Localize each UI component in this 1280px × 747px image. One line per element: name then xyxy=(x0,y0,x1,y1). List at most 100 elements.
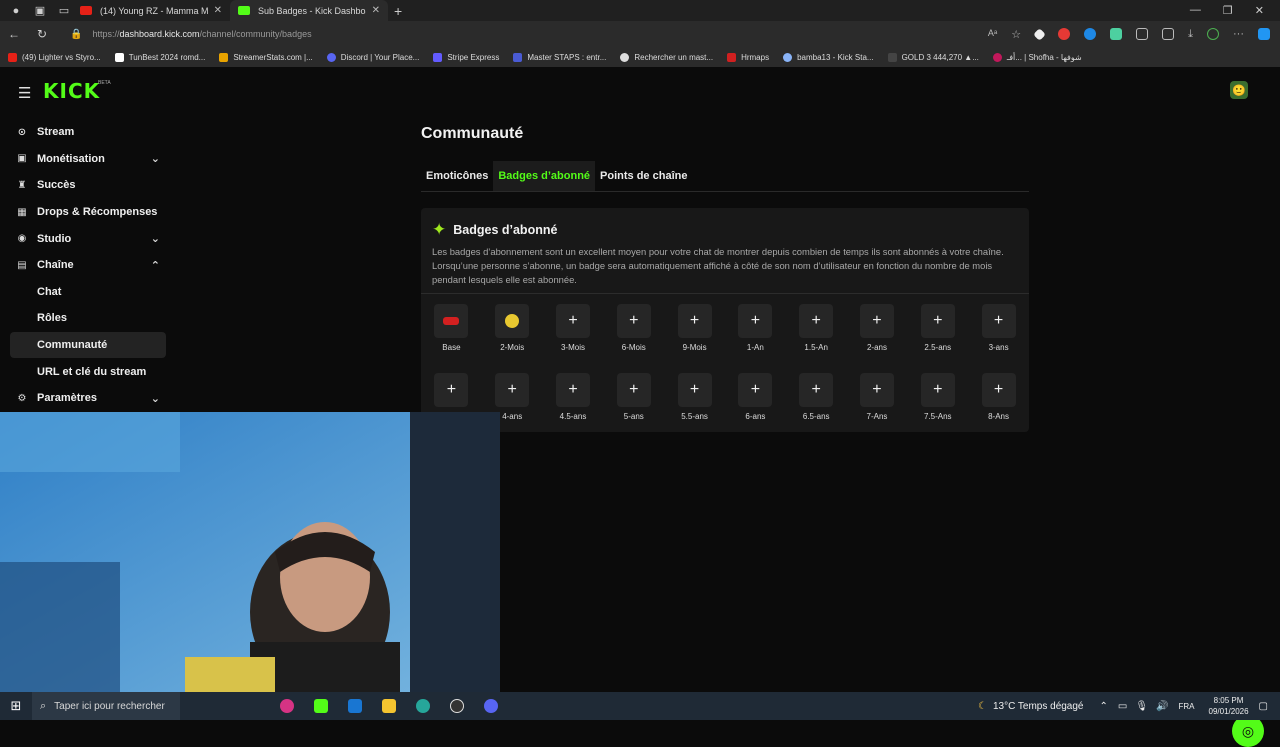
bookmark-item[interactable]: أفـ... | Shofha - شوفها xyxy=(985,52,1088,62)
extension-icon[interactable] xyxy=(1110,28,1123,40)
bookmarks-bar: (49) Lighter vs Styro... TunBest 2024 ro… xyxy=(0,47,1280,67)
add-badge-button[interactable]: + xyxy=(616,304,651,338)
add-badge-button[interactable]: + xyxy=(981,373,1016,407)
taskbar-app[interactable] xyxy=(474,692,508,720)
workspaces-icon[interactable]: ▣ xyxy=(32,3,48,19)
card-description: Les badges d’abonnement sont un excellen… xyxy=(432,246,1004,285)
badge-label: 6-ans xyxy=(745,412,766,421)
bookmark-item[interactable]: GOLD 3 444,270 ▲... xyxy=(880,52,985,62)
taskbar-app[interactable] xyxy=(406,692,440,720)
url-field[interactable]: 🔒 https:// dashboard.kick.com /channel/c… xyxy=(70,29,312,40)
weather-text[interactable]: 13°C Temps dégagé xyxy=(993,701,1084,712)
bookmark-item[interactable]: Hrmaps xyxy=(719,52,775,62)
sidebar-item-chaine[interactable]: ▤ Chaîne ⌃ xyxy=(10,252,166,279)
profile-icon[interactable]: ● xyxy=(8,3,24,19)
add-badge-button[interactable]: + xyxy=(799,373,834,407)
tab-badges-abonne[interactable]: Badges d’abonné xyxy=(493,161,596,191)
bookmark-item[interactable]: Stripe Express xyxy=(425,52,505,62)
add-badge-button[interactable]: + xyxy=(920,373,955,407)
hamburger-menu-icon[interactable]: ☰ xyxy=(18,84,31,102)
menu-dots-icon[interactable]: ··· xyxy=(1233,28,1244,40)
sidebar-item-succes[interactable]: ♜ Succès xyxy=(10,172,166,199)
taskbar-app[interactable] xyxy=(440,692,474,720)
taskbar-app[interactable] xyxy=(338,692,372,720)
copilot-icon[interactable] xyxy=(1258,28,1270,40)
tab-points-chaine[interactable]: Points de chaîne xyxy=(595,161,692,191)
extension-icon[interactable] xyxy=(1058,28,1071,40)
add-badge-button[interactable]: + xyxy=(738,373,773,407)
taskbar-app[interactable] xyxy=(304,692,338,720)
taskbar-app[interactable] xyxy=(372,692,406,720)
two-month-badge-image[interactable] xyxy=(495,304,530,338)
refresh-icon[interactable]: ↻ xyxy=(28,27,56,41)
close-window-icon[interactable]: ✕ xyxy=(1255,4,1264,17)
download-icon[interactable]: ⤓ xyxy=(1188,28,1193,40)
add-badge-button[interactable]: + xyxy=(677,304,712,338)
chevron-up-icon[interactable]: ⌃ xyxy=(1100,701,1108,712)
minimize-icon[interactable]: — xyxy=(1190,4,1201,17)
tab-actions-icon[interactable]: ▭ xyxy=(56,3,72,19)
add-badge-button[interactable]: + xyxy=(859,304,894,338)
webcam-scene xyxy=(0,412,500,692)
badge-label: 7-Ans xyxy=(866,412,888,421)
extension-icon[interactable] xyxy=(1207,28,1219,40)
browser-tab-youtube[interactable]: (14) Young RZ - Mamma Mia (Of ✕ xyxy=(72,0,230,21)
add-badge-button[interactable]: + xyxy=(555,304,590,338)
restore-icon[interactable]: ❐ xyxy=(1223,4,1233,17)
microphone-icon[interactable]: 🎙 xyxy=(1135,701,1148,712)
bookmark-item[interactable]: bamba13 - Kick Sta... xyxy=(775,52,879,62)
extension-icon[interactable] xyxy=(1033,27,1046,41)
add-badge-button[interactable]: + xyxy=(920,304,955,338)
taskbar-app[interactable] xyxy=(270,692,304,720)
bookmark-item[interactable]: Discord | Your Place... xyxy=(319,52,426,62)
base-badge-image[interactable] xyxy=(434,304,469,338)
add-badge-button[interactable]: + xyxy=(434,373,469,407)
kick-logo[interactable]: KICK xyxy=(43,79,100,103)
add-badge-button[interactable]: + xyxy=(495,373,530,407)
bookmark-favicon-icon xyxy=(727,52,737,62)
close-icon[interactable]: ✕ xyxy=(372,5,380,16)
network-icon[interactable]: ▭ xyxy=(1118,701,1127,712)
extensions-puzzle-icon[interactable] xyxy=(1136,28,1149,40)
sidebar-item-communaute[interactable]: Communauté xyxy=(10,331,166,359)
avatar[interactable]: 🙂 xyxy=(1230,81,1248,99)
lock-icon[interactable]: 🔒 xyxy=(70,29,82,40)
add-badge-button[interactable]: + xyxy=(859,373,894,407)
kick-app-icon xyxy=(314,699,328,713)
sidebar-item-drops[interactable]: ▦ Drops & Récompenses xyxy=(10,199,166,226)
add-badge-button[interactable]: + xyxy=(555,373,590,407)
read-aloud-icon[interactable]: Aᵃ xyxy=(988,28,997,40)
volume-icon[interactable]: 🔊 xyxy=(1156,701,1168,712)
add-badge-button[interactable]: + xyxy=(738,304,773,338)
new-tab-button[interactable]: + xyxy=(394,3,402,19)
add-badge-button[interactable]: + xyxy=(616,373,651,407)
sidebar-item-roles[interactable]: Rôles xyxy=(10,305,166,332)
bookmark-item[interactable]: (49) Lighter vs Styro... xyxy=(0,52,107,62)
add-badge-button[interactable]: + xyxy=(799,304,834,338)
sidebar-item-chat[interactable]: Chat xyxy=(10,279,166,306)
sidebar-item-stream[interactable]: ⊙ Stream xyxy=(10,119,166,146)
sidebar-item-studio[interactable]: ◉ Studio ⌄ xyxy=(10,225,166,252)
taskbar-search[interactable]: ⌕ Taper ici pour rechercher xyxy=(32,692,180,720)
bookmark-item[interactable]: Rechercher un mast... xyxy=(612,52,719,62)
favorite-star-icon[interactable]: ☆ xyxy=(1011,28,1021,41)
add-badge-button[interactable]: + xyxy=(677,373,712,407)
extension-icon[interactable] xyxy=(1084,28,1097,40)
sidebar-item-monetisation[interactable]: ▣ Monétisation ⌄ xyxy=(10,146,166,173)
sidebar-item-parametres[interactable]: ⚙ Paramètres ⌄ xyxy=(10,385,166,412)
tab-emoticones[interactable]: Emoticônes xyxy=(421,161,493,191)
split-screen-icon[interactable] xyxy=(1162,28,1175,40)
clock[interactable]: 8:05 PM 09/01/2026 xyxy=(1209,695,1249,717)
badge-slot: +6.5-ans xyxy=(786,373,847,442)
bookmark-item[interactable]: Master STAPS : entr... xyxy=(505,52,612,62)
back-icon[interactable]: ← xyxy=(0,27,28,41)
language-indicator[interactable]: FRA xyxy=(1179,702,1195,711)
add-badge-button[interactable]: + xyxy=(981,304,1016,338)
bookmark-item[interactable]: TunBest 2024 romd... xyxy=(107,52,212,62)
sidebar-item-stream-url-key[interactable]: URL et clé du stream xyxy=(10,358,166,385)
windows-start-icon[interactable]: ⊞ xyxy=(0,698,32,714)
notifications-icon[interactable]: ▢ xyxy=(1259,701,1268,712)
bookmark-item[interactable]: StreamerStats.com |... xyxy=(211,52,318,62)
close-icon[interactable]: ✕ xyxy=(214,5,222,16)
browser-tab-kick[interactable]: Sub Badges - Kick Dashboard ✕ xyxy=(230,0,388,21)
